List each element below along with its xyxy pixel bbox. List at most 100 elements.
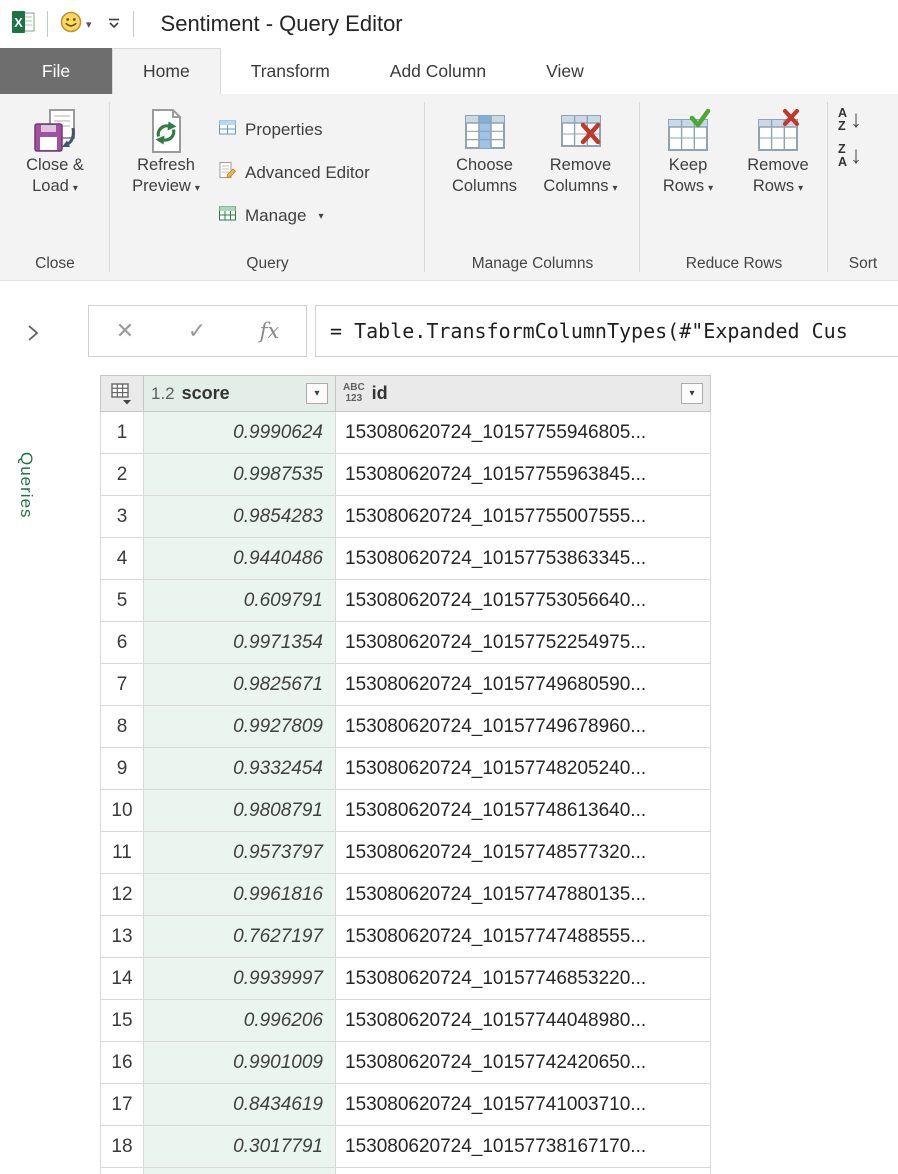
table-row: 1 0.9990624 153080620724_10157755946805.… (100, 411, 711, 454)
score-cell[interactable]: 0.609791 (143, 579, 336, 622)
id-cell[interactable]: 153080620724_10157747880135... (335, 873, 711, 916)
excel-app-icon[interactable]: X (10, 9, 36, 40)
row-number-cell[interactable]: 10 (100, 789, 144, 832)
id-cell[interactable]: 153080620724_10157741003710... (335, 1083, 711, 1126)
id-cell[interactable]: 153080620724_10157749680590... (335, 663, 711, 706)
score-cell[interactable] (143, 1167, 336, 1174)
cancel-formula-button[interactable]: ✕ (116, 318, 134, 344)
id-cell[interactable]: 153080620724_10157748205240... (335, 747, 711, 790)
id-cell[interactable]: 153080620724_10157748613640... (335, 789, 711, 832)
score-cell[interactable]: 0.9808791 (143, 789, 336, 832)
smiley-dropdown-icon[interactable]: ▾ (86, 18, 92, 31)
row-number-cell[interactable]: 16 (100, 1041, 144, 1084)
row-number-cell[interactable]: 6 (100, 621, 144, 664)
dropdown-arrow-icon: ▾ (612, 183, 618, 194)
table-row: 8 0.9927809 153080620724_10157749678960.… (100, 705, 711, 748)
row-number-cell[interactable]: 2 (100, 453, 144, 496)
row-number-cell[interactable]: 18 (100, 1125, 144, 1168)
id-cell[interactable]: 153080620724_10157755007555... (335, 495, 711, 538)
id-cell[interactable]: 153080620724_10157755963845... (335, 453, 711, 496)
id-cell[interactable] (335, 1167, 711, 1174)
score-cell[interactable]: 0.9939997 (143, 957, 336, 1000)
score-cell[interactable]: 0.9987535 (143, 453, 336, 496)
row-number-cell[interactable]: 9 (100, 747, 144, 790)
row-number-cell[interactable]: 12 (100, 873, 144, 916)
ribbon-group-sort: AZ ↓ ZA ↓ Sort (828, 94, 898, 280)
ribbon: Close & Load ▾ Close Refresh Preview ▾ P… (0, 94, 898, 281)
score-cell[interactable]: 0.7627197 (143, 915, 336, 958)
table-row: 7 0.9825671 153080620724_10157749680590.… (100, 663, 711, 706)
score-filter-button[interactable]: ▾ (306, 383, 328, 404)
remove-rows-button[interactable]: Remove Rows ▾ (732, 94, 824, 199)
id-cell[interactable]: 153080620724_10157753056640... (335, 579, 711, 622)
expand-queries-pane-button[interactable] (20, 320, 46, 346)
id-cell[interactable]: 153080620724_10157748577320... (335, 831, 711, 874)
customize-toolbar-icon[interactable] (106, 17, 122, 31)
score-cell[interactable]: 0.9825671 (143, 663, 336, 706)
score-cell[interactable]: 0.9927809 (143, 705, 336, 748)
score-cell[interactable]: 0.9971354 (143, 621, 336, 664)
tab-home[interactable]: Home (112, 48, 221, 94)
id-cell[interactable]: 153080620724_10157742420650... (335, 1041, 711, 1084)
table-row: 18 0.3017791 153080620724_10157738167170… (100, 1125, 711, 1168)
properties-button[interactable]: Properties (218, 112, 370, 148)
score-cell[interactable]: 0.9440486 (143, 537, 336, 580)
remove-columns-button[interactable]: Remove Columns ▾ (533, 94, 629, 199)
sort-ascending-button[interactable]: AZ ↓ (838, 106, 862, 134)
table-row: 12 0.9961816 153080620724_10157747880135… (100, 873, 711, 916)
ribbon-group-manage-columns: Choose Columns Remove Columns ▾ Manage C… (425, 94, 640, 280)
id-cell[interactable]: 153080620724_10157738167170... (335, 1125, 711, 1168)
score-cell[interactable]: 0.9854283 (143, 495, 336, 538)
row-number-cell[interactable]: 13 (100, 915, 144, 958)
row-number-cell[interactable] (100, 1167, 144, 1174)
fx-add-step-button[interactable]: fx (260, 319, 280, 343)
manage-icon (218, 204, 237, 228)
row-number-cell[interactable]: 14 (100, 957, 144, 1000)
row-number-cell[interactable]: 15 (100, 999, 144, 1042)
column-header-id[interactable]: ABC 123 id ▾ (335, 375, 711, 412)
row-number-cell[interactable]: 8 (100, 705, 144, 748)
score-cell[interactable]: 0.996206 (143, 999, 336, 1042)
tab-transform[interactable]: Transform (221, 48, 360, 94)
manage-button[interactable]: Manage ▾ (218, 198, 370, 234)
feedback-smiley-icon[interactable] (59, 10, 83, 39)
row-number-cell[interactable]: 11 (100, 831, 144, 874)
tab-view[interactable]: View (516, 48, 614, 94)
id-cell[interactable]: 153080620724_10157747488555... (335, 915, 711, 958)
score-cell[interactable]: 0.9961816 (143, 873, 336, 916)
id-cell[interactable]: 153080620724_10157753863345... (335, 537, 711, 580)
id-filter-button[interactable]: ▾ (681, 383, 703, 404)
close-and-load-button[interactable]: Close & Load ▾ (7, 94, 103, 199)
id-cell[interactable]: 153080620724_10157746853220... (335, 957, 711, 1000)
dropdown-arrow-icon: ▾ (708, 183, 714, 194)
score-cell[interactable]: 0.8434619 (143, 1083, 336, 1126)
refresh-preview-button[interactable]: Refresh Preview ▾ (118, 94, 214, 199)
id-cell[interactable]: 153080620724_10157749678960... (335, 705, 711, 748)
advanced-editor-button[interactable]: Advanced Editor (218, 155, 370, 191)
row-number-cell[interactable]: 7 (100, 663, 144, 706)
column-header-score[interactable]: 1.2 score ▾ (143, 375, 336, 412)
row-number-cell[interactable]: 3 (100, 495, 144, 538)
id-cell[interactable]: 153080620724_10157744048980... (335, 999, 711, 1042)
keep-rows-button[interactable]: Keep Rows ▾ (644, 94, 732, 199)
row-number-cell[interactable]: 4 (100, 537, 144, 580)
id-cell[interactable]: 153080620724_10157755946805... (335, 411, 711, 454)
row-number-cell[interactable]: 1 (100, 411, 144, 454)
score-cell[interactable]: 0.9901009 (143, 1041, 336, 1084)
id-cell[interactable]: 153080620724_10157752254975... (335, 621, 711, 664)
formula-input[interactable]: = Table.TransformColumnTypes(#"Expanded … (315, 305, 898, 357)
commit-formula-button[interactable]: ✓ (188, 318, 206, 344)
row-number-cell[interactable]: 17 (100, 1083, 144, 1126)
choose-columns-button[interactable]: Choose Columns (437, 94, 533, 199)
sort-descending-button[interactable]: ZA ↓ (838, 142, 862, 170)
queries-pane-label[interactable]: Queries (16, 452, 36, 519)
tab-add-column[interactable]: Add Column (360, 48, 516, 94)
score-cell[interactable]: 0.9990624 (143, 411, 336, 454)
score-cell[interactable]: 0.3017791 (143, 1125, 336, 1168)
row-number-cell[interactable]: 5 (100, 579, 144, 622)
score-cell[interactable]: 0.9332454 (143, 747, 336, 790)
table-row: 10 0.9808791 153080620724_10157748613640… (100, 789, 711, 832)
score-cell[interactable]: 0.9573797 (143, 831, 336, 874)
tab-file[interactable]: File (0, 48, 112, 94)
select-all-button[interactable] (100, 375, 144, 412)
